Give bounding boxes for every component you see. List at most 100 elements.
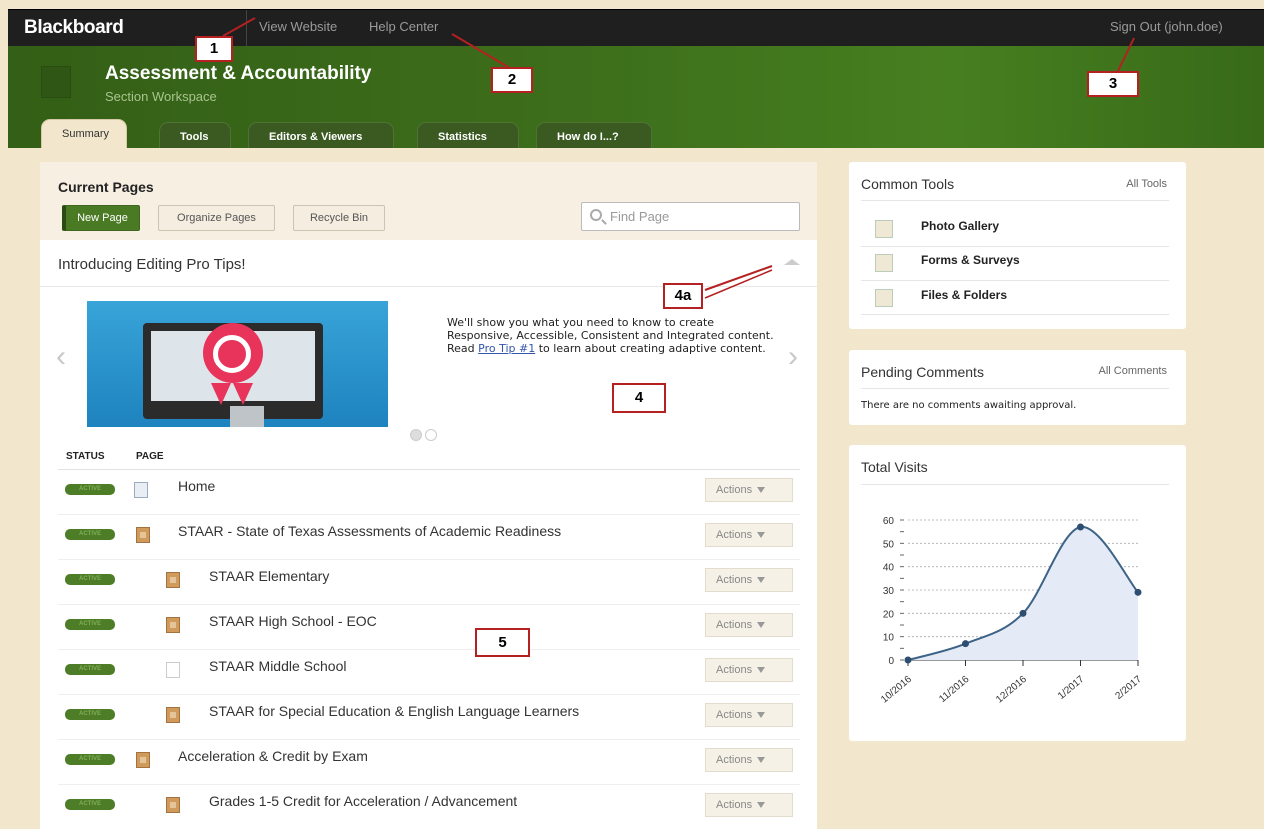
carousel-dot-1[interactable]: [410, 429, 422, 441]
section-icon: [41, 66, 71, 98]
data-point: [1134, 588, 1142, 596]
page-name[interactable]: STAAR - State of Texas Assessments of Ac…: [178, 523, 561, 539]
status-badge: ACTIVE: [65, 529, 115, 540]
total-visits-card: Total Visits 0 10 20 30 40 50 60 10/2016 11/2016…: [849, 445, 1186, 741]
all-tools-link[interactable]: All Tools: [1126, 178, 1167, 190]
tab-tools[interactable]: Tools: [159, 122, 231, 148]
table-row[interactable]: ACTIVE Acceleration & Credit by Exam Act…: [58, 740, 800, 785]
data-point: [1077, 523, 1084, 531]
table-row[interactable]: ACTIVE STAAR - State of Texas Assessment…: [58, 515, 800, 560]
carousel-next-icon[interactable]: ›: [788, 342, 798, 372]
tab-statistics[interactable]: Statistics: [417, 122, 519, 148]
tab-summary[interactable]: Summary: [41, 119, 127, 148]
chevron-down-icon: [757, 667, 766, 674]
organize-pages-button[interactable]: Organize Pages: [158, 205, 275, 231]
section-title: Assessment & Accountability: [105, 63, 372, 84]
chevron-down-icon: [757, 802, 766, 809]
collapse-icon[interactable]: [784, 259, 800, 265]
carousel-prev-icon[interactable]: ‹: [56, 342, 66, 372]
all-comments-link[interactable]: All Comments: [1099, 365, 1167, 377]
carousel-dot-2[interactable]: [425, 429, 437, 441]
actions-dropdown[interactable]: Actions: [705, 568, 793, 592]
actions-dropdown[interactable]: Actions: [705, 523, 793, 547]
chevron-down-icon: [757, 712, 766, 719]
callout-4a: 4a: [663, 283, 703, 309]
callout-2: 2: [491, 67, 533, 93]
page-icon: [166, 572, 180, 588]
page-name[interactable]: STAAR Middle School: [209, 658, 346, 674]
page-icon: [166, 707, 180, 723]
y-tick-label: 50: [883, 539, 895, 550]
forms-surveys-icon: [875, 254, 893, 272]
x-tick-label: 11/2016: [937, 674, 972, 705]
tool-photo-gallery[interactable]: Photo Gallery: [921, 219, 999, 233]
carousel-dots: [410, 428, 440, 446]
document-icon: [166, 662, 180, 678]
no-comments-message: There are no comments awaiting approval.: [861, 400, 1077, 411]
actions-dropdown[interactable]: Actions: [705, 613, 793, 637]
page-icon: [136, 527, 150, 543]
y-tick-label: 40: [883, 563, 895, 574]
promo-image: [87, 301, 388, 427]
callout-4: 4: [612, 383, 666, 413]
recycle-bin-button[interactable]: Recycle Bin: [293, 205, 385, 231]
tool-files-folders[interactable]: Files & Folders: [921, 288, 1007, 302]
status-badge: ACTIVE: [65, 709, 115, 720]
tab-how-do-i[interactable]: How do I...?: [536, 122, 652, 148]
area-fill: [908, 526, 1138, 660]
page-name[interactable]: Grades 1-5 Credit for Acceleration / Adv…: [209, 793, 517, 809]
page-name[interactable]: STAAR Elementary: [209, 568, 329, 584]
table-row[interactable]: ACTIVE STAAR for Special Education & Eng…: [58, 695, 800, 740]
table-row[interactable]: ACTIVE Home Actions: [58, 470, 800, 515]
find-page-input[interactable]: Find Page: [581, 202, 800, 231]
callout-3: 3: [1087, 71, 1139, 97]
help-center-link[interactable]: Help Center: [369, 19, 438, 34]
page-icon: [166, 617, 180, 633]
x-tick-label: 12/2016: [994, 674, 1029, 706]
total-visits-chart: 0 10 20 30 40 50 60 10/2016 11/2016 12/2016 1/2017…: [879, 516, 1144, 706]
y-tick-label: 20: [883, 609, 895, 620]
promo-text: We'll show you what you need to know to …: [447, 316, 774, 355]
page-name[interactable]: Acceleration & Credit by Exam: [178, 748, 368, 764]
actions-dropdown[interactable]: Actions: [705, 478, 793, 502]
page-name[interactable]: STAAR High School - EOC: [209, 613, 377, 629]
chevron-down-icon: [757, 532, 766, 539]
status-badge: ACTIVE: [65, 799, 115, 810]
view-website-link[interactable]: View Website: [259, 19, 337, 34]
status-badge: ACTIVE: [65, 619, 115, 630]
table-row[interactable]: ACTIVE STAAR High School - EOC Actions: [58, 605, 800, 650]
chevron-down-icon: [757, 487, 766, 494]
actions-dropdown[interactable]: Actions: [705, 748, 793, 772]
common-tools-title: Common Tools: [861, 176, 955, 192]
actions-dropdown[interactable]: Actions: [705, 658, 793, 682]
files-folders-icon: [875, 289, 893, 307]
table-row[interactable]: ACTIVE STAAR Elementary Actions: [58, 560, 800, 605]
page-name[interactable]: Home: [178, 478, 215, 494]
current-pages-title: Current Pages: [58, 179, 154, 195]
blackboard-logo[interactable]: Blackboard: [24, 17, 124, 39]
x-tick-label: 1/2017: [1056, 674, 1087, 702]
table-row[interactable]: ACTIVE STAAR Middle School Actions: [58, 650, 800, 695]
tool-forms-surveys[interactable]: Forms & Surveys: [921, 253, 1020, 267]
page-name[interactable]: STAAR for Special Education & English La…: [209, 703, 579, 719]
table-row[interactable]: ACTIVE Grades 1-5 Credit for Acceleratio…: [58, 785, 800, 829]
y-tick-label: 30: [883, 586, 895, 597]
page-icon: [166, 797, 180, 813]
actions-dropdown[interactable]: Actions: [705, 793, 793, 817]
home-page-icon: [134, 482, 148, 498]
chevron-down-icon: [757, 577, 766, 584]
actions-dropdown[interactable]: Actions: [705, 703, 793, 727]
tab-editors-viewers[interactable]: Editors & Viewers: [248, 122, 394, 148]
sign-out-link[interactable]: Sign Out (john.doe): [1110, 19, 1223, 34]
pending-comments-card: Pending Comments All Comments There are …: [849, 350, 1186, 425]
photo-gallery-icon: [875, 220, 893, 238]
search-icon: [590, 209, 602, 221]
current-pages-panel: Current Pages New Page Organize Pages Re…: [40, 162, 817, 829]
pro-tip-link[interactable]: Pro Tip #1: [478, 342, 535, 355]
new-page-button[interactable]: New Page: [62, 205, 140, 231]
y-tick-label: 60: [883, 516, 895, 527]
y-tick-label: 0: [888, 656, 894, 667]
x-tick-label: 2/2017: [1113, 674, 1144, 702]
data-point: [962, 640, 969, 648]
callout-5: 5: [475, 628, 530, 657]
